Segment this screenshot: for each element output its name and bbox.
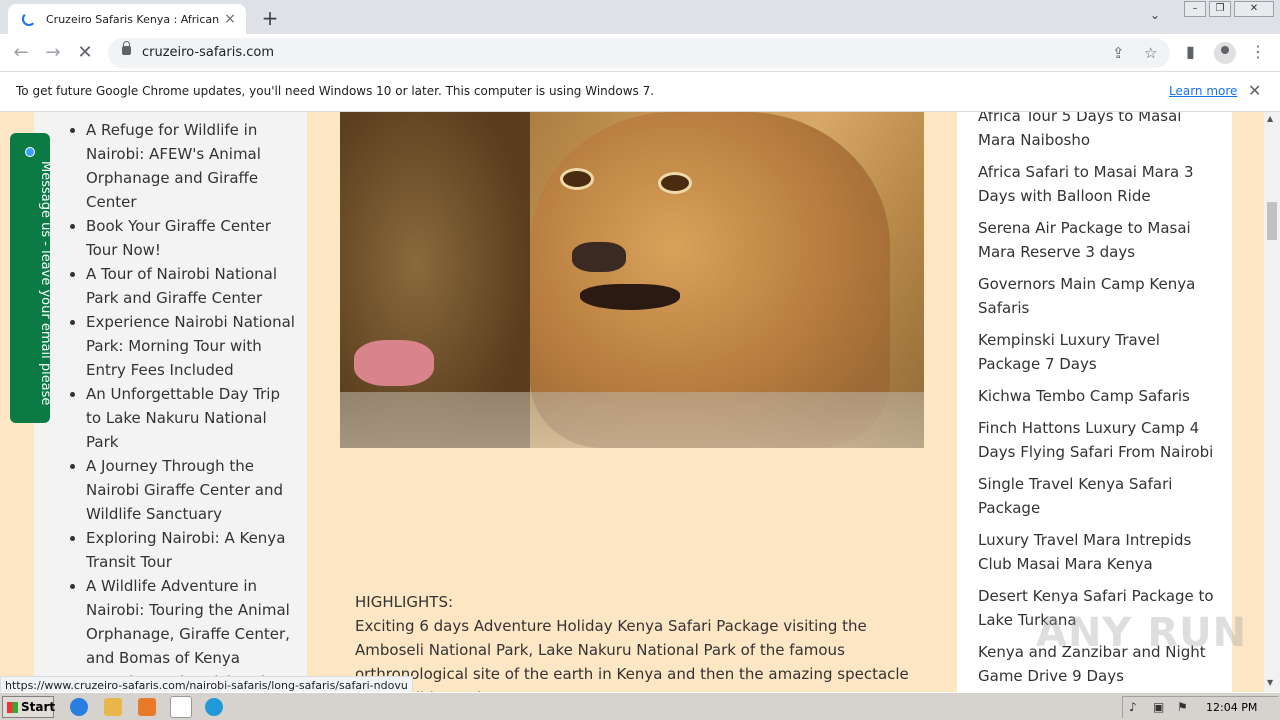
lion-cub-photo [340,112,924,448]
right-sidebar-item-link[interactable]: Finch Hattons Luxury Camp 4 Days Flying … [978,416,1218,464]
photo-eye-right [658,172,692,194]
network-icon[interactable]: ▣ [1153,700,1164,714]
infobar-close-icon[interactable]: ✕ [1248,81,1261,100]
forward-icon[interactable]: → [42,42,64,64]
address-bar[interactable]: cruzeiro-safaris.com ⇪ ☆ [108,38,1170,68]
right-sidebar-item-link[interactable]: Single Travel Kenya Safari Package [978,472,1218,520]
taskbar-clock: 12:04 PM [1206,701,1258,714]
volume-icon[interactable]: ♪ [1129,700,1137,714]
highlights-heading: HIGHLIGHTS: [355,593,454,611]
message-us-widget[interactable]: Message us - leave your email please [10,133,53,423]
right-sidebar-item-link[interactable]: Kichwa Tembo Camp Safaris [978,384,1218,408]
left-sidebar-item-link[interactable]: Exploring Nairobi: A Kenya Transit Tour [86,526,296,574]
right-sidebar-item-link[interactable]: Africa Safari to Masai Mara 3 Days with … [978,160,1218,208]
message-us-label[interactable]: Message us - leave your email please [38,161,53,405]
tab-search-icon[interactable]: ⌄ [1150,8,1160,22]
explorer-folder-icon[interactable] [104,698,122,716]
windows-taskbar: Start ♪ ▣ ⚑ 12:04 PM [0,692,1280,720]
vertical-scrollbar[interactable]: ▲ ▼ [1264,112,1280,692]
lock-icon[interactable] [122,41,131,55]
start-button[interactable]: Start [2,696,55,718]
loading-spinner-icon [22,12,36,26]
infobar-message: To get future Google Chrome updates, you… [16,84,655,98]
browser-tab[interactable]: Cruzeiro Safaris Kenya : African Saf × [8,4,246,34]
media-player-icon[interactable] [138,698,156,716]
right-sidebar: Africa Tour 5 Days to Masai Mara Naibosh… [957,112,1232,692]
right-sidebar-item-link[interactable]: Luxury Travel Mara Intrepids Club Masai … [978,528,1218,576]
ie-icon[interactable] [70,698,88,716]
online-dot-icon [25,147,35,157]
stop-loading-icon[interactable]: ✕ [74,42,96,64]
url-text[interactable]: cruzeiro-safaris.com [142,45,274,60]
photo-tongue-shape [354,340,434,386]
update-infobar: To get future Google Chrome updates, you… [0,72,1280,112]
left-sidebar-item-link[interactable]: A Tour of Nairobi National Park and Gira… [86,262,296,310]
right-sidebar-item-link[interactable]: Africa Tour 5 Days to Masai Mara Naibosh… [978,112,1218,152]
scroll-up-icon[interactable]: ▲ [1267,114,1273,123]
tab-close-icon[interactable]: × [222,11,238,27]
restore-button[interactable]: ❐ [1209,1,1231,17]
highlights-text: Exciting 6 days Adventure Holiday Kenya … [355,617,909,692]
photo-nose-shape [572,242,626,272]
left-sidebar-item-link[interactable]: Book Your Giraffe Center Tour Now! [86,214,296,262]
photo-mouth-shape [580,284,680,310]
photo-eye-left [560,168,594,190]
edge-icon[interactable] [205,698,223,716]
photo-ground-shape [340,392,924,448]
left-sidebar-item-link[interactable]: A Journey Through the Nairobi Giraffe Ce… [86,454,296,526]
profile-avatar-icon[interactable] [1214,42,1236,64]
anyrun-watermark: ANY RUN [1036,610,1248,656]
left-sidebar-item-link[interactable]: An Unforgettable Day Trip to Lake Nakuru… [86,382,296,454]
side-panel-icon[interactable]: ▮ [1186,42,1195,61]
web-page: A Refuge for Wildlife in Nairobi: AFEW's… [0,112,1264,692]
chrome-taskbar-button[interactable] [170,696,192,718]
right-sidebar-item-link[interactable]: Kempinski Luxury Travel Package 7 Days [978,328,1218,376]
back-icon[interactable]: ← [10,42,32,64]
new-tab-button[interactable]: + [258,6,282,30]
close-window-button[interactable]: ✕ [1234,1,1274,17]
menu-kebab-icon[interactable]: ⋮ [1250,42,1266,61]
left-sidebar-item-link[interactable]: A Refuge for Wildlife in Nairobi: AFEW's… [86,118,296,214]
left-sidebar: A Refuge for Wildlife in Nairobi: AFEW's… [34,112,307,692]
left-sidebar-item-link[interactable]: Experience Nairobi National Park: Mornin… [86,310,296,382]
left-sidebar-item-link[interactable]: A Wildlife Adventure in Nairobi: Touring… [86,574,296,670]
flag-icon[interactable]: ⚑ [1177,700,1188,714]
minimize-button[interactable]: – [1184,1,1206,17]
right-sidebar-item-link[interactable]: Governors Main Camp Kenya Safaris [978,272,1218,320]
tab-strip: Cruzeiro Safaris Kenya : African Saf × +… [0,0,1280,34]
right-sidebar-list: Africa Tour 5 Days to Masai Mara Naibosh… [978,112,1218,692]
left-sidebar-list: A Refuge for Wildlife in Nairobi: AFEW's… [86,118,296,692]
browser-toolbar: ← → ✕ cruzeiro-safaris.com ⇪ ☆ ▮ ⋮ [0,34,1280,72]
share-icon[interactable]: ⇪ [1112,44,1125,62]
scroll-down-icon[interactable]: ▼ [1267,678,1273,687]
tab-title: Cruzeiro Safaris Kenya : African Saf [46,12,222,26]
bookmark-star-icon[interactable]: ☆ [1144,44,1157,62]
right-sidebar-item-link[interactable]: Serena Air Package to Masai Mara Reserve… [978,216,1218,264]
learn-more-link[interactable]: Learn more [1169,84,1237,98]
scroll-thumb[interactable] [1267,202,1277,240]
highlights-section: HIGHLIGHTS: Exciting 6 days Adventure Ho… [355,590,915,692]
